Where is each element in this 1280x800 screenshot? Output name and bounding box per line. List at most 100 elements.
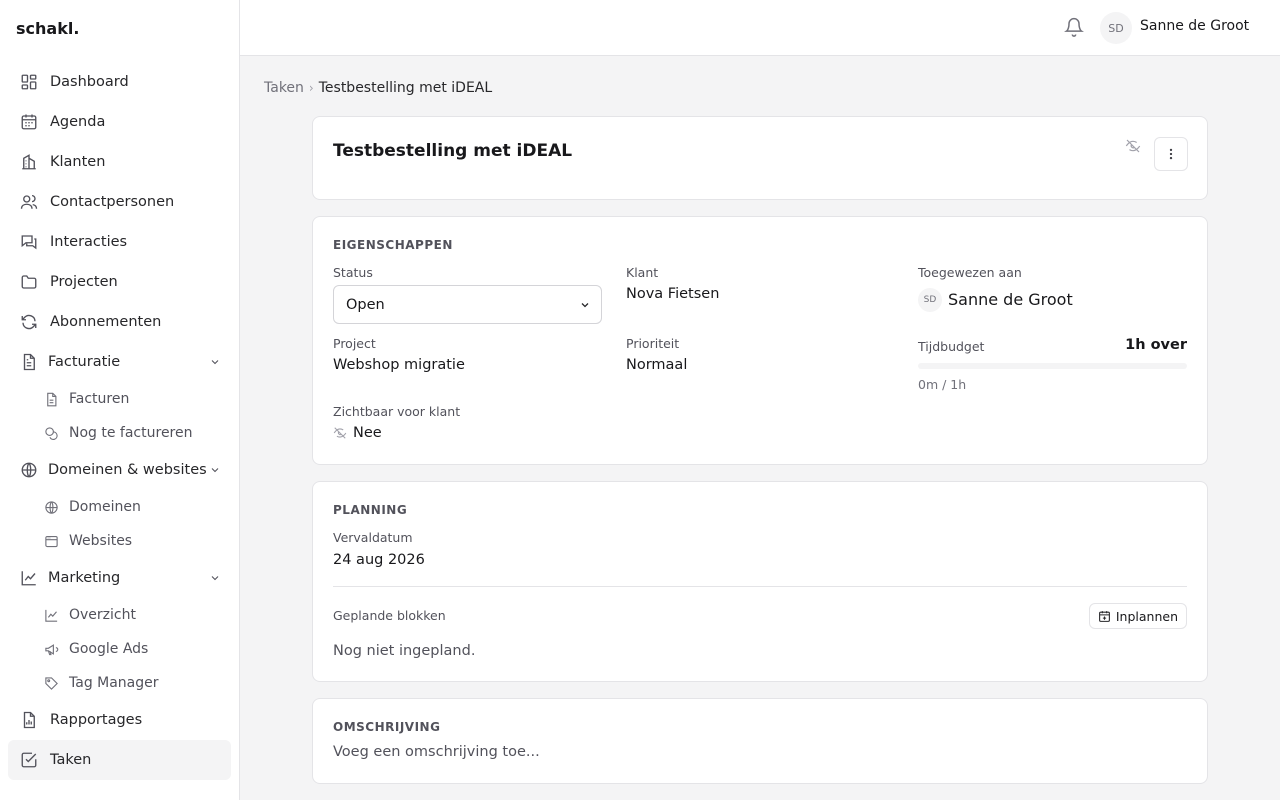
sidebar-item-label: Klanten [50, 154, 106, 170]
sidebar-item-label: Domeinen [69, 499, 141, 515]
section-title: PLANNING [333, 503, 408, 517]
sidebar-item-label: Tag Manager [69, 675, 159, 691]
sidebar-item-label: Nog te factureren [69, 425, 193, 441]
empty-state-text: Nog niet ingepland. [333, 643, 476, 659]
eye-off-icon [333, 427, 347, 439]
description-card: OMSCHRIJVING Voeg een omschrijving toe..… [312, 698, 1208, 784]
sidebar-item-label: Facturen [69, 391, 130, 407]
sidebar-item-projecten[interactable]: Projecten [8, 262, 231, 302]
breadcrumb-separator: › [308, 81, 314, 95]
tijdbudget-progress-bar [918, 363, 1187, 369]
building-icon [22, 154, 36, 170]
properties-card: EIGENSCHAPPEN Status Open Klant Nova Fie… [312, 216, 1208, 465]
zichtbaar-label: Zichtbaar voor klant [333, 404, 461, 419]
calendar-icon [21, 114, 37, 130]
inplannen-label: Inplannen [1115, 608, 1178, 624]
assignee-avatar: SD [918, 288, 942, 312]
assignee-name[interactable]: Sanne de Groot [948, 290, 1073, 309]
tijdbudget-label: Tijdbudget [918, 339, 985, 354]
sidebar-item-label: Websites [69, 533, 133, 549]
zichtbaar-toggle[interactable]: Nee [333, 425, 382, 441]
megaphone-icon [45, 643, 59, 655]
tijdbudget-usage: 0m / 1h [918, 377, 967, 392]
divider [333, 586, 1187, 587]
sidebar-item-label: Dashboard [50, 74, 129, 90]
sidebar-item-tag-manager[interactable]: Tag Manager [8, 666, 231, 700]
avatar[interactable]: SD [1100, 12, 1132, 44]
status-value: Open [346, 296, 385, 313]
section-title: EIGENSCHAPPEN [333, 238, 453, 252]
chevron-down-icon[interactable] [209, 464, 221, 476]
chevron-down-icon[interactable] [209, 572, 221, 584]
page-title: Testbestelling met iDEAL [333, 141, 573, 161]
chevron-down-icon [581, 303, 589, 308]
sidebar-item-domeinen[interactable]: Domeinen [8, 490, 231, 524]
project-label: Project [333, 336, 376, 351]
description-placeholder[interactable]: Voeg een omschrijving toe... [333, 744, 540, 760]
sidebar-item-label: Rapportages [50, 712, 143, 728]
breadcrumb-current: Testbestelling met iDEAL [318, 80, 493, 96]
check-square-icon [21, 752, 37, 768]
brand-logo[interactable]: schakl. [0, 0, 239, 56]
sidebar-item-nog-te-factureren[interactable]: Nog te factureren [8, 416, 231, 450]
vervaldatum-value[interactable]: 24 aug 2026 [333, 552, 425, 568]
tijdbudget-remaining: 1h over [1125, 337, 1187, 353]
layout-dashboard-icon [21, 74, 37, 90]
sidebar-item-label: Overzicht [69, 607, 136, 623]
sidebar-item-google-ads[interactable]: Google Ads [8, 632, 231, 666]
chevron-down-icon[interactable] [209, 356, 221, 368]
sidebar-item-taken[interactable]: Taken [8, 740, 231, 780]
status-label: Status [333, 265, 373, 280]
tag-icon [45, 676, 58, 690]
topbar: SD Sanne de Groot [240, 0, 1280, 56]
file-text-icon [23, 353, 35, 371]
sidebar-item-overzicht[interactable]: Overzicht [8, 598, 231, 632]
calendar-plus-icon [1098, 610, 1110, 622]
prioriteit-value[interactable]: Normaal [626, 357, 687, 373]
sidebar-item-label: Contactpersonen [50, 194, 175, 210]
geplande-blokken-label: Geplande blokken [333, 608, 446, 623]
status-select[interactable]: Open [333, 285, 602, 324]
chart-line-icon [45, 609, 58, 622]
file-chart-icon [23, 711, 35, 729]
more-options-button[interactable] [1154, 137, 1188, 171]
sidebar: schakl. Dashboard Agenda Klanten Contact… [0, 0, 240, 800]
sidebar-item-label: Abonnementen [50, 314, 162, 330]
klant-label: Klant [626, 265, 659, 280]
messages-icon [21, 235, 37, 250]
sidebar-item-contactpersonen[interactable]: Contactpersonen [8, 182, 231, 222]
project-value[interactable]: Webshop migratie [333, 357, 465, 373]
sidebar-item-websites[interactable]: Websites [8, 524, 231, 558]
user-name[interactable]: Sanne de Groot [1140, 18, 1249, 34]
klant-value[interactable]: Nova Fietsen [626, 286, 719, 302]
globe-icon [21, 462, 37, 478]
sidebar-item-label: Interacties [50, 234, 128, 250]
globe-icon [45, 500, 58, 514]
eye-off-icon[interactable] [1125, 138, 1141, 154]
inplannen-button[interactable]: Inplannen [1088, 603, 1187, 629]
coins-icon [45, 426, 58, 440]
sidebar-group-label: Marketing [48, 570, 121, 586]
sidebar-item-interacties[interactable]: Interacties [8, 222, 231, 262]
sidebar-group-domeinen[interactable]: Domeinen & websites [8, 450, 231, 490]
bell-icon[interactable] [1064, 17, 1084, 37]
sidebar-group-facturatie[interactable]: Facturatie [8, 342, 231, 382]
sidebar-nav: Dashboard Agenda Klanten Contactpersonen… [0, 56, 239, 780]
refresh-icon [21, 314, 37, 330]
sidebar-item-facturen[interactable]: Facturen [8, 382, 231, 416]
sidebar-item-label: Projecten [50, 274, 118, 290]
sidebar-item-dashboard[interactable]: Dashboard [8, 62, 231, 102]
users-icon [20, 194, 38, 209]
prioriteit-label: Prioriteit [626, 336, 680, 351]
sidebar-item-klanten[interactable]: Klanten [8, 142, 231, 182]
sidebar-group-marketing[interactable]: Marketing [8, 558, 231, 598]
breadcrumb-link-taken[interactable]: Taken [264, 80, 304, 96]
section-title: OMSCHRIJVING [333, 720, 441, 734]
breadcrumb: Taken › Testbestelling met iDEAL [264, 80, 492, 96]
browser-icon [45, 535, 58, 547]
sidebar-item-label: Taken [50, 752, 92, 768]
sidebar-item-abonnementen[interactable]: Abonnementen [8, 302, 231, 342]
sidebar-item-rapportages[interactable]: Rapportages [8, 700, 231, 740]
more-vertical-icon [1169, 148, 1173, 160]
sidebar-item-agenda[interactable]: Agenda [8, 102, 231, 142]
